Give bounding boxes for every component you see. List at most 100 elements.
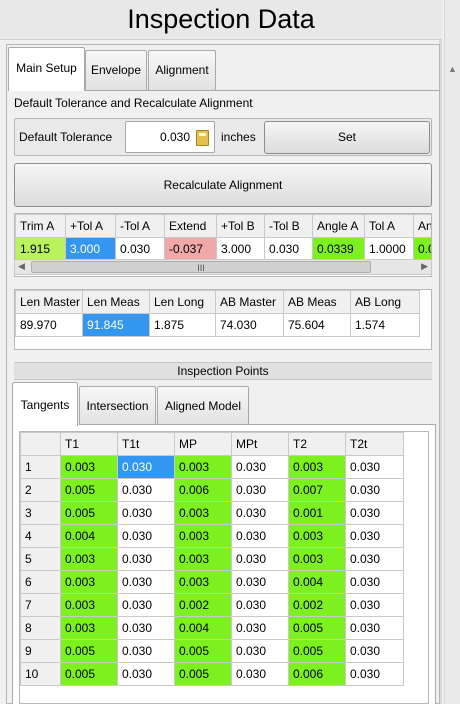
grid-cell[interactable]: 0.030 xyxy=(117,616,175,640)
col-header[interactable]: AB Master xyxy=(215,290,284,314)
col-header[interactable]: MP xyxy=(174,432,232,456)
grid-cell[interactable]: 0.001 xyxy=(288,501,346,525)
grid-cell[interactable]: 0.004 xyxy=(60,524,118,548)
grid-cell[interactable]: 0.003 xyxy=(174,524,232,548)
grid-cell[interactable]: 0.030 xyxy=(117,662,175,686)
scroll-up-arrow-icon[interactable]: ▲ xyxy=(448,64,457,74)
grid-cell[interactable]: 0.030 xyxy=(345,639,404,663)
row-header[interactable]: 10 xyxy=(20,662,61,686)
grid-cell[interactable]: 0.003 xyxy=(174,547,232,571)
grid-cell[interactable]: 0.030 xyxy=(231,570,289,594)
grid-cell[interactable]: 1.915 xyxy=(15,237,66,261)
tab-alignment[interactable]: Alignment xyxy=(148,50,216,90)
grid-cell[interactable]: 0.030 xyxy=(231,501,289,525)
tab-tangents[interactable]: Tangents xyxy=(12,382,78,426)
grid-cell[interactable]: 0.006 xyxy=(288,662,346,686)
col-header[interactable]: Extend xyxy=(164,214,217,238)
grid-cell[interactable]: 75.604 xyxy=(283,313,351,337)
grid-cell[interactable]: 74.030 xyxy=(215,313,284,337)
scroll-left-arrow-icon[interactable]: ◀ xyxy=(18,261,25,272)
grid-cell[interactable]: 0.030 xyxy=(117,593,175,617)
grid-cell[interactable]: 0.005 xyxy=(60,501,118,525)
grid-cell[interactable]: 0.005 xyxy=(288,639,346,663)
row-header[interactable]: 3 xyxy=(20,501,61,525)
row-header[interactable]: 2 xyxy=(20,478,61,502)
col-header[interactable]: T2t xyxy=(345,432,404,456)
scroll-right-arrow-icon[interactable]: ▶ xyxy=(421,261,428,272)
col-header[interactable]: MPt xyxy=(231,432,289,456)
grid-cell[interactable]: 0.007 xyxy=(288,478,346,502)
grid-cell[interactable]: 0.005 xyxy=(174,662,232,686)
grid-cell[interactable]: 0.030 xyxy=(345,547,404,571)
inspection-grid[interactable]: T1 T1t MP MPt T2 T2t 1 0.003 0.030 0.003 0.0… xyxy=(19,431,429,704)
length-grid[interactable]: Len Master Len Meas Len Long AB Master A… xyxy=(14,289,432,350)
grid-cell[interactable]: 0.006 xyxy=(174,478,232,502)
tolerance-field[interactable]: 0.030 xyxy=(125,121,215,153)
grid-cell[interactable]: 0.030 xyxy=(231,524,289,548)
grid-cell[interactable]: 0.005 xyxy=(288,616,346,640)
grid-cell[interactable]: 0.005 xyxy=(60,662,118,686)
corner-header[interactable] xyxy=(20,432,61,456)
grid-cell[interactable]: 0.030 xyxy=(345,455,404,479)
grid-cell[interactable]: 0.003 xyxy=(174,501,232,525)
grid-cell[interactable]: 0.003 xyxy=(60,593,118,617)
col-header[interactable]: AB Long xyxy=(350,290,420,314)
col-header[interactable]: Tol A xyxy=(364,214,414,238)
grid-cell[interactable]: 0.003 xyxy=(174,455,232,479)
grid-cell[interactable]: 0.005 xyxy=(60,639,118,663)
grid-cell[interactable]: 0.0 xyxy=(413,237,431,261)
grid-cell[interactable]: 91.845 xyxy=(82,313,150,337)
grid-cell[interactable]: 0.030 xyxy=(117,524,175,548)
grid-cell[interactable]: 0.030 xyxy=(345,478,404,502)
grid-cell[interactable]: 0.030 xyxy=(345,616,404,640)
grid-cell[interactable]: 0.004 xyxy=(174,616,232,640)
grid-cell[interactable]: 0.030 xyxy=(117,639,175,663)
grid-cell[interactable]: 0.030 xyxy=(231,593,289,617)
grid-cell[interactable]: 0.003 xyxy=(288,547,346,571)
col-header[interactable]: T1 xyxy=(60,432,118,456)
vertical-scrollbar[interactable]: ▲ xyxy=(444,0,460,704)
grid-cell[interactable]: 1.0000 xyxy=(364,237,414,261)
calculator-icon[interactable] xyxy=(196,130,209,146)
row-header[interactable]: 6 xyxy=(20,570,61,594)
grid-cell[interactable]: 0.003 xyxy=(288,524,346,548)
col-header[interactable]: -Tol A xyxy=(115,214,165,238)
grid-cell[interactable]: 0.030 xyxy=(231,616,289,640)
row-header[interactable]: 1 xyxy=(20,455,61,479)
col-header[interactable]: Angle A xyxy=(312,214,365,238)
trim-grid-hscrollbar[interactable]: ◀ III ▶ xyxy=(14,259,432,275)
grid-cell[interactable]: 0.030 xyxy=(117,570,175,594)
col-header[interactable]: Len Meas xyxy=(82,290,150,314)
recalculate-alignment-button[interactable]: Recalculate Alignment xyxy=(14,163,432,207)
col-header[interactable]: Trim A xyxy=(15,214,66,238)
col-header[interactable]: +Tol B xyxy=(216,214,265,238)
grid-cell[interactable]: 0.030 xyxy=(115,237,165,261)
col-header[interactable]: +Tol A xyxy=(65,214,116,238)
grid-cell[interactable]: 0.030 xyxy=(264,237,313,261)
grid-cell[interactable]: 0.030 xyxy=(345,662,404,686)
grid-cell[interactable]: 89.970 xyxy=(15,313,83,337)
grid-cell[interactable]: 0.004 xyxy=(288,570,346,594)
col-header[interactable]: Len Long xyxy=(149,290,216,314)
tab-envelope[interactable]: Envelope xyxy=(85,50,147,90)
grid-cell[interactable]: -0.037 xyxy=(164,237,217,261)
grid-cell[interactable]: 0.030 xyxy=(231,478,289,502)
row-header[interactable]: 8 xyxy=(20,616,61,640)
col-header[interactable]: An xyxy=(413,214,431,238)
grid-cell[interactable]: 0.030 xyxy=(117,547,175,571)
row-header[interactable]: 7 xyxy=(20,593,61,617)
grid-cell[interactable]: 0.0339 xyxy=(312,237,365,261)
col-header[interactable]: -Tol B xyxy=(264,214,313,238)
grid-cell[interactable]: 0.030 xyxy=(231,547,289,571)
grid-cell[interactable]: 3.000 xyxy=(216,237,265,261)
tab-aligned-model[interactable]: Aligned Model xyxy=(157,386,249,424)
grid-cell[interactable]: 0.003 xyxy=(60,455,118,479)
grid-cell[interactable]: 0.030 xyxy=(345,501,404,525)
grid-cell[interactable]: 0.005 xyxy=(60,478,118,502)
col-header[interactable]: Len Master xyxy=(15,290,83,314)
grid-cell[interactable]: 0.003 xyxy=(60,570,118,594)
grid-cell[interactable]: 0.005 xyxy=(174,639,232,663)
grid-cell[interactable]: 0.030 xyxy=(231,639,289,663)
row-header[interactable]: 5 xyxy=(20,547,61,571)
grid-cell[interactable]: 0.030 xyxy=(117,478,175,502)
